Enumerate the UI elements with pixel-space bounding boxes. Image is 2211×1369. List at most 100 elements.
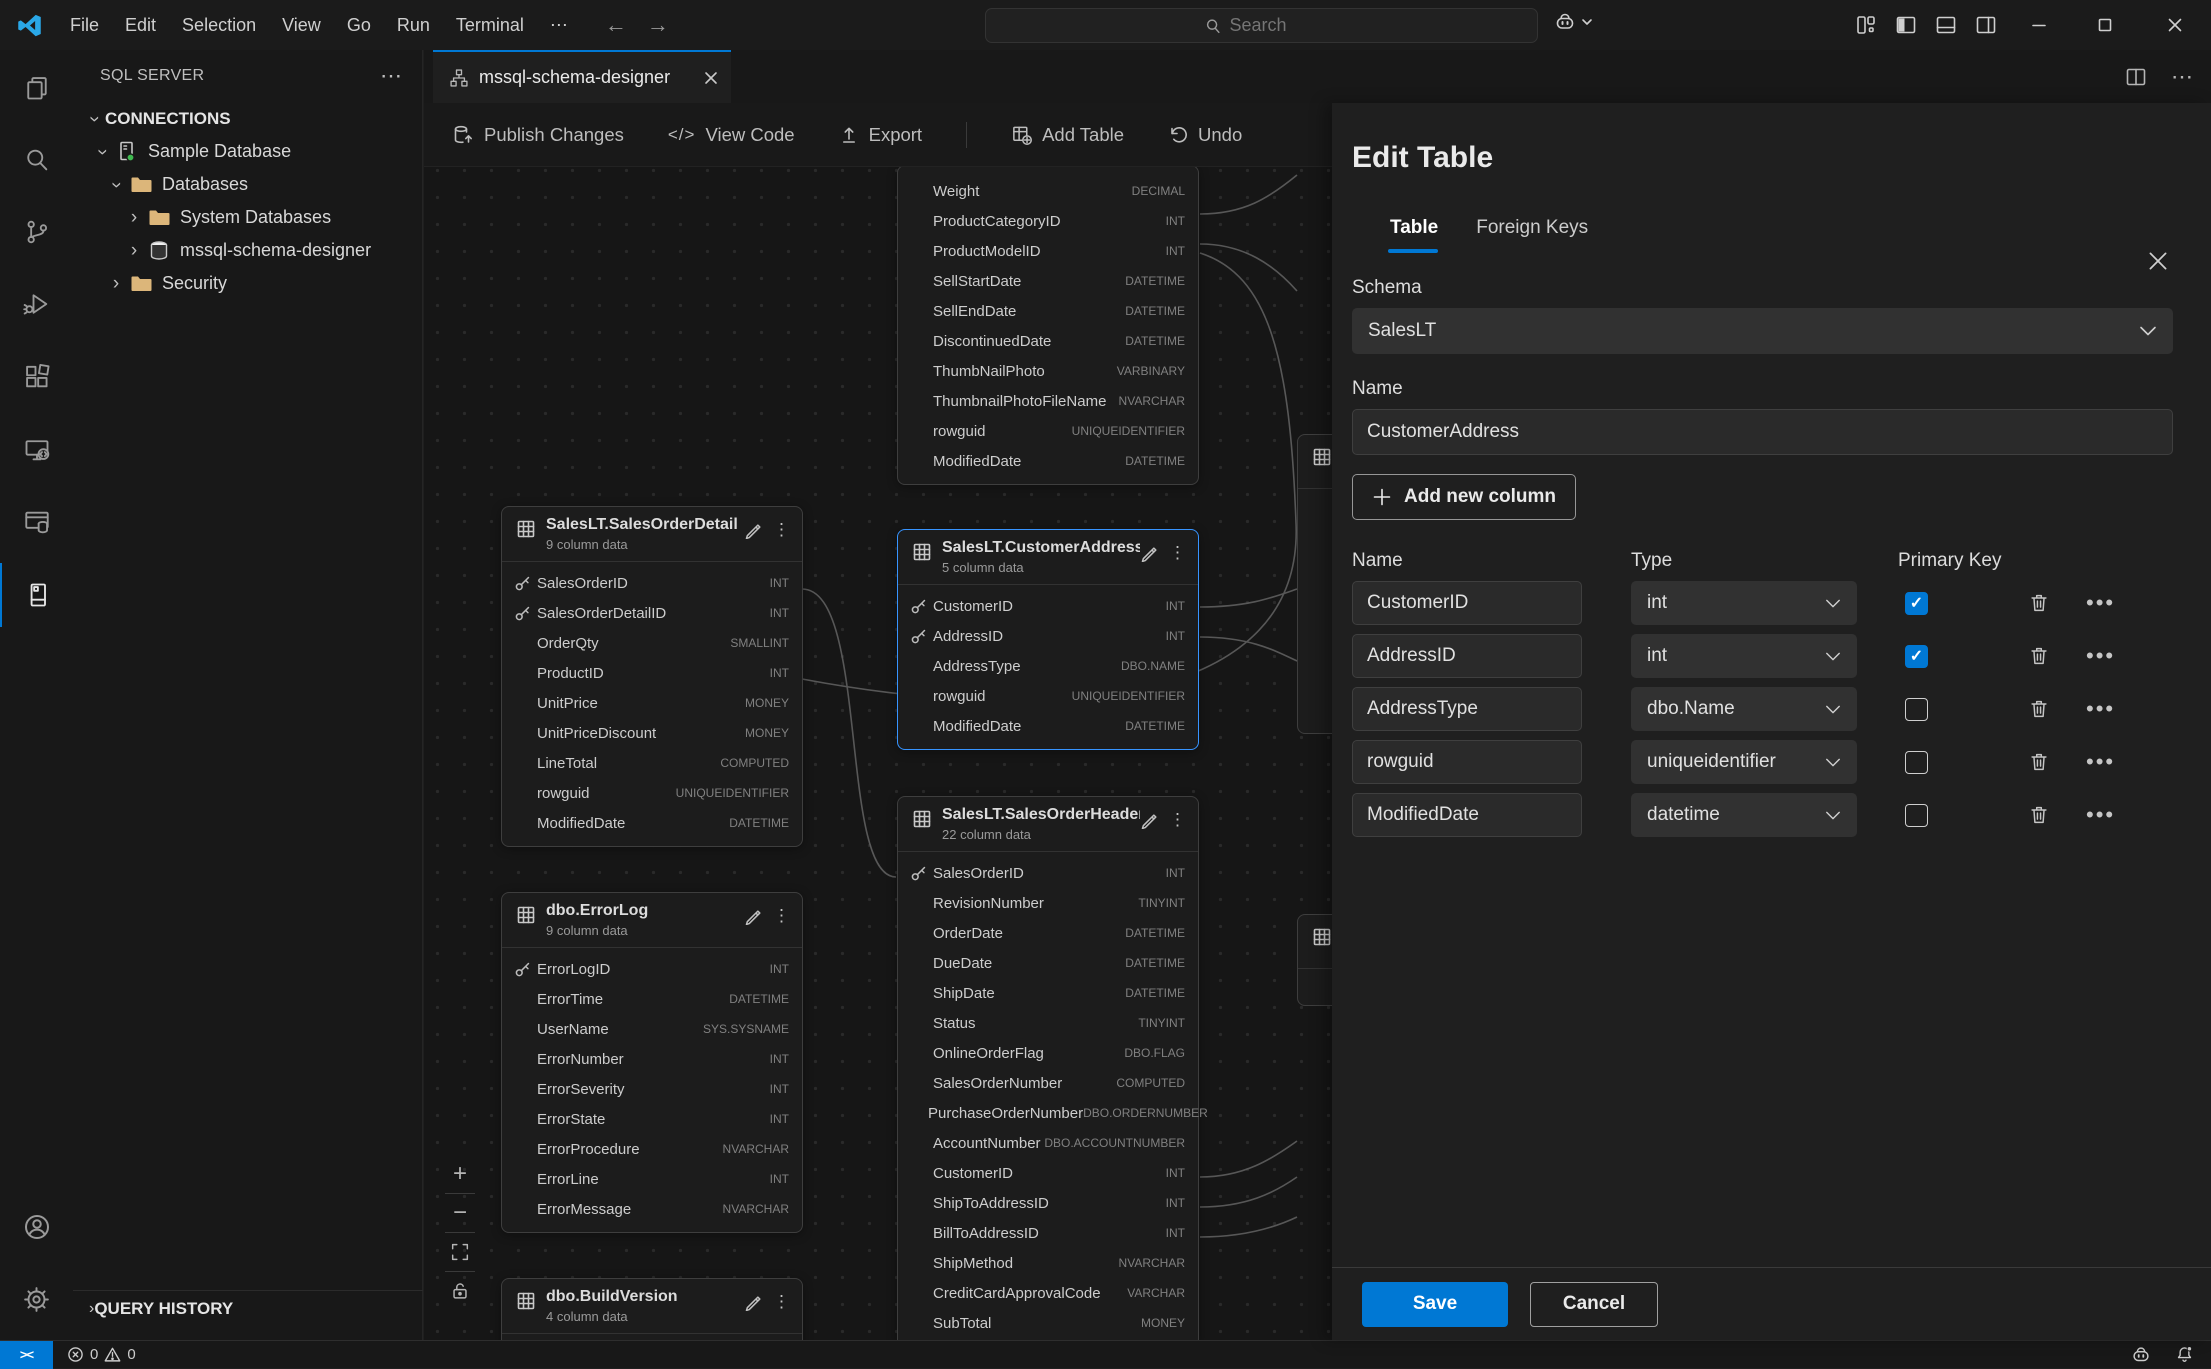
database-projects-icon[interactable] (0, 490, 73, 554)
account-icon[interactable] (0, 1195, 73, 1259)
tab-foreign-keys[interactable]: Foreign Keys (1476, 217, 1588, 253)
menu-view[interactable]: View (269, 8, 334, 42)
bell-icon[interactable] (2174, 1344, 2195, 1365)
menu-file[interactable]: File (57, 8, 112, 42)
table-card-error-log[interactable]: dbo.ErrorLog 9 column data ⋮ ErrorLogID … (501, 892, 803, 1233)
settings-gear-icon[interactable] (0, 1267, 73, 1331)
toggle-panel-button[interactable] (1926, 0, 1966, 50)
card-more-icon[interactable]: ⋮ (1169, 544, 1186, 561)
edit-pencil-icon[interactable] (1140, 543, 1159, 562)
explorer-icon[interactable] (0, 56, 73, 120)
tree-item-system-databases[interactable]: › System Databases (73, 201, 422, 234)
window-maximize-button[interactable] (2074, 0, 2136, 50)
tree-item-mssql-schema-designer[interactable]: › mssql-schema-designer (73, 234, 422, 267)
schema-dropdown[interactable]: SalesLT (1352, 308, 2173, 354)
fit-view-icon[interactable] (440, 1233, 480, 1271)
window-close-button[interactable] (2142, 0, 2208, 50)
card-more-icon[interactable]: ⋮ (773, 907, 790, 924)
menu-selection[interactable]: Selection (169, 8, 269, 42)
delete-column-icon[interactable] (2028, 751, 2050, 773)
view-code-button[interactable]: </> View Code (668, 124, 795, 146)
split-editor-icon[interactable] (2125, 66, 2147, 88)
copilot-icon[interactable] (2130, 1344, 2152, 1366)
card-more-icon[interactable]: ⋮ (773, 521, 790, 538)
column-type-dropdown[interactable]: int (1631, 634, 1857, 678)
card-more-icon[interactable]: ⋮ (773, 1293, 790, 1310)
column-name-input[interactable] (1352, 687, 1582, 731)
remote-indicator[interactable]: >< (0, 1341, 53, 1369)
tree-item-security[interactable]: › Security (73, 267, 422, 300)
edit-pencil-icon[interactable] (744, 906, 763, 925)
column-name-input[interactable] (1352, 581, 1582, 625)
menu-run[interactable]: Run (384, 8, 443, 42)
primary-key-checkbox[interactable]: ✓ (1905, 751, 1928, 774)
search-input[interactable] (1230, 15, 1320, 36)
search-view-icon[interactable] (0, 128, 73, 192)
window-minimize-button[interactable] (2008, 0, 2070, 50)
editor-more-actions-icon[interactable]: ⋯ (2171, 64, 2193, 90)
copilot-menu-button[interactable] (1553, 10, 1593, 34)
remote-explorer-icon[interactable] (0, 418, 73, 482)
query-history-section[interactable]: › QUERY HISTORY (73, 1290, 423, 1327)
edit-pencil-icon[interactable] (744, 1292, 763, 1311)
save-button[interactable]: Save (1362, 1282, 1508, 1327)
tab-close-icon[interactable] (703, 70, 719, 86)
toggle-primary-sidebar-button[interactable] (1886, 0, 1926, 50)
column-name-input[interactable] (1352, 793, 1582, 837)
extensions-icon[interactable] (0, 345, 73, 409)
unlock-icon[interactable] (440, 1272, 480, 1310)
column-type-dropdown[interactable]: int (1631, 581, 1857, 625)
customize-layout-button[interactable] (1846, 0, 1886, 50)
primary-key-checkbox[interactable]: ✓ (1905, 698, 1928, 721)
sidebar-more-icon[interactable]: ⋯ (380, 63, 402, 89)
tab-table[interactable]: Table (1390, 217, 1438, 253)
run-and-debug-icon[interactable] (0, 272, 73, 336)
column-name-input[interactable] (1352, 740, 1582, 784)
problems-indicator[interactable]: 0 0 (67, 1346, 136, 1363)
export-button[interactable]: Export (839, 124, 922, 146)
column-type-dropdown[interactable]: uniqueidentifier (1631, 740, 1857, 784)
menu-terminal[interactable]: Terminal (443, 8, 537, 42)
delete-column-icon[interactable] (2028, 698, 2050, 720)
table-card-partial[interactable] (1297, 434, 1332, 734)
command-center-search[interactable] (985, 8, 1538, 43)
table-name-input[interactable] (1352, 409, 2173, 455)
primary-key-checkbox[interactable]: ✓ (1905, 592, 1928, 615)
schema-designer-canvas[interactable]: Publish Changes </> View Code Export Add… (424, 103, 1332, 1340)
primary-key-checkbox[interactable]: ✓ (1905, 645, 1928, 668)
menu-go[interactable]: Go (334, 8, 384, 42)
delete-column-icon[interactable] (2028, 804, 2050, 826)
table-card-partial[interactable] (1297, 914, 1332, 1006)
source-control-icon[interactable] (0, 200, 73, 264)
card-more-icon[interactable]: ⋮ (1169, 811, 1186, 828)
delete-column-icon[interactable] (2028, 645, 2050, 667)
column-type-dropdown[interactable]: dbo.Name (1631, 687, 1857, 731)
menu-overflow[interactable]: ⋯ (537, 8, 581, 42)
table-card-product[interactable]: Weight DECIMAL ProductCategoryID INT Pro… (897, 165, 1199, 485)
primary-key-checkbox[interactable]: ✓ (1905, 804, 1928, 827)
zoom-out-icon[interactable]: − (440, 1194, 480, 1232)
tab-mssql-schema-designer[interactable]: mssql-schema-designer (433, 50, 731, 103)
nav-forward-icon[interactable]: → (637, 12, 679, 38)
add-table-button[interactable]: Add Table (1011, 124, 1124, 146)
zoom-in-icon[interactable]: + (440, 1155, 480, 1193)
nav-back-icon[interactable]: ← (595, 12, 637, 38)
table-card-customer-address[interactable]: SalesLT.CustomerAddress 5 column data ⋮ … (897, 529, 1199, 750)
publish-changes-button[interactable]: Publish Changes (452, 124, 624, 146)
sql-server-view-icon[interactable] (0, 563, 73, 627)
delete-column-icon[interactable] (2028, 592, 2050, 614)
column-name-input[interactable] (1352, 634, 1582, 678)
column-type-dropdown[interactable]: datetime (1631, 793, 1857, 837)
cancel-button[interactable]: Cancel (1530, 1282, 1658, 1327)
table-card-build-version[interactable]: dbo.BuildVersion 4 column data ⋮ (501, 1278, 803, 1340)
tree-item-databases[interactable]: › Databases (73, 168, 422, 201)
menu-edit[interactable]: Edit (112, 8, 169, 42)
add-new-column-button[interactable]: Add new column (1352, 474, 1576, 520)
edit-pencil-icon[interactable] (744, 520, 763, 539)
table-card-sales-order-header[interactable]: SalesLT.SalesOrderHeader 22 column data … (897, 796, 1199, 1340)
edit-pencil-icon[interactable] (1140, 810, 1159, 829)
undo-button[interactable]: Undo (1168, 124, 1242, 146)
tree-item-sample-database[interactable]: › Sample Database (73, 135, 422, 168)
table-card-sales-order-detail[interactable]: SalesLT.SalesOrderDetail 9 column data ⋮… (501, 506, 803, 847)
toggle-secondary-sidebar-button[interactable] (1966, 0, 2006, 50)
